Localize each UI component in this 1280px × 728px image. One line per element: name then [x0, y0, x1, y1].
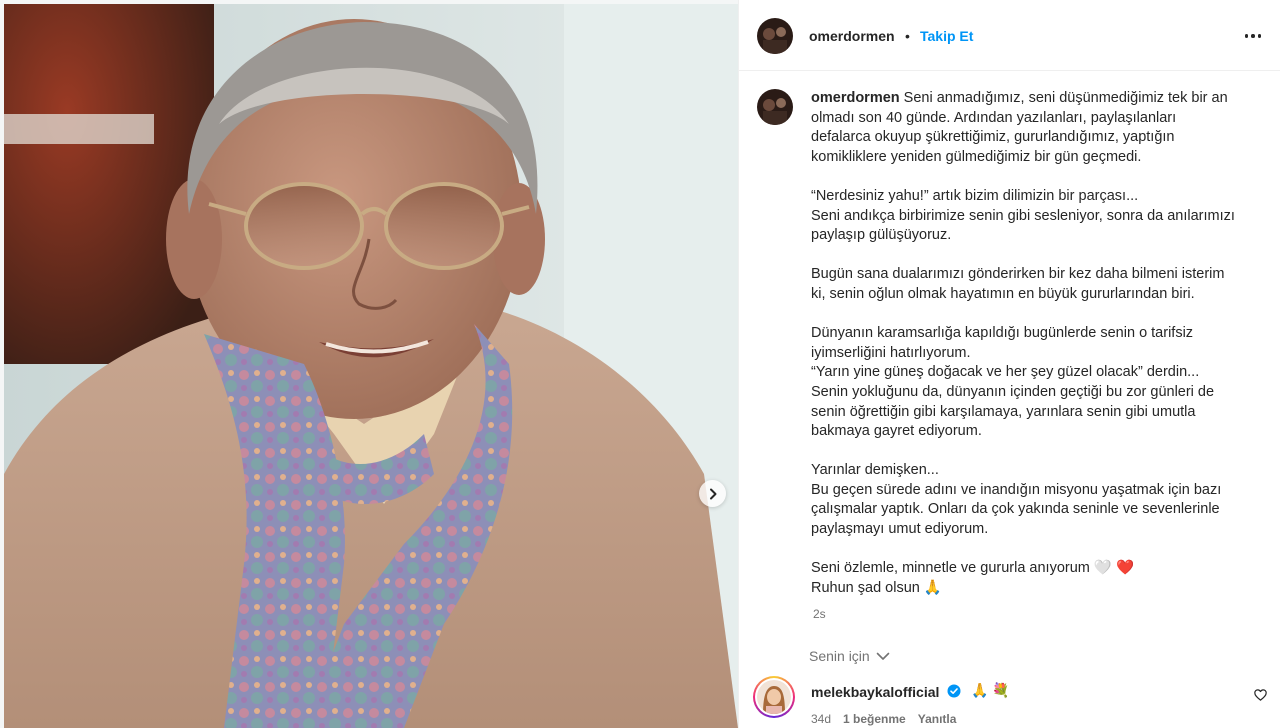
translation-toggle[interactable]: Senin için — [809, 648, 890, 664]
caption-line: Seni andıkça birbirimize senin gibi sesl… — [811, 207, 1235, 224]
comment-username[interactable]: melekbaykalofficial — [811, 684, 939, 700]
post-photo — [4, 4, 738, 728]
caption-line: komikliklere yeniden gülmediğimiz bir gü… — [811, 148, 1142, 165]
caption-line: defalarca okuyup şükrettiğimiz, gururlan… — [811, 129, 1175, 146]
chevron-down-icon — [876, 652, 890, 660]
post-side-panel: omerdormen • Takip Et omerdormen Seni an… — [738, 0, 1280, 728]
separator-dot: • — [905, 28, 910, 44]
post-caption: omerdormen Seni anmadığımız, seni düşünm… — [811, 89, 1247, 598]
caption-line: Seni özlemle, minnetle ve gururla anıyor… — [811, 560, 1135, 577]
post-media[interactable] — [0, 0, 738, 728]
caption-line: çalışmalar yaptık. Onları da çok yakında… — [811, 501, 1220, 518]
caption-line: senin öğrettiğin gibi karşılamaya, yarın… — [811, 403, 1196, 420]
caption-line: Senin yokluğunu da, dünyanın içinden geç… — [811, 383, 1215, 400]
comment-item: melekbaykalofficial 🙏 💐 34d 1 beğenme Ya… — [739, 676, 1280, 728]
chevron-right-icon — [709, 488, 716, 499]
caption-line: Seni anmadığımız, seni düşünmediğimiz te… — [903, 90, 1228, 106]
avatar[interactable] — [753, 676, 795, 718]
caption-line: Bugün sana dualarımızı gönderirken bir k… — [811, 266, 1225, 283]
avatar[interactable] — [757, 18, 793, 54]
comment-time[interactable]: 34d — [811, 712, 831, 726]
caption-line: Dünyanın karamsarlığa kapıldığı bugünler… — [811, 325, 1194, 342]
caption-area: omerdormen Seni anmadığımız, seni düşünm… — [739, 71, 1280, 671]
post-header: omerdormen • Takip Et — [739, 0, 1280, 71]
caption-line: bakmaya gayret ediyorum. — [811, 423, 982, 440]
reply-button[interactable]: Yanıtla — [918, 712, 957, 726]
next-photo-button[interactable] — [699, 480, 726, 507]
more-options-icon[interactable] — [1241, 28, 1265, 44]
caption-line: Yarınlar demişken... — [811, 462, 939, 479]
comment-text: 🙏 💐 — [971, 682, 1010, 698]
caption-line: iyimserliğini hatırlıyorum. — [811, 344, 971, 361]
post-timestamp[interactable]: 2s — [813, 607, 826, 621]
caption-line: Bu geçen sürede adını ve inandığın misyo… — [811, 481, 1222, 498]
caption-line: paylaşıp gülüşüyoruz. — [811, 227, 952, 244]
follow-button[interactable]: Takip Et — [920, 28, 973, 44]
heart-icon[interactable] — [1254, 689, 1267, 701]
comment-likes[interactable]: 1 beğenme — [843, 712, 906, 726]
verified-badge-icon — [947, 684, 961, 698]
caption-line: Ruhun şad olsun 🙏 — [811, 579, 942, 596]
avatar[interactable] — [757, 89, 793, 125]
caption-line: ki, senin oğlun olmak hayatımın en büyük… — [811, 285, 1195, 302]
caption-line: paylaşmayı umut ediyorum. — [811, 521, 989, 538]
caption-line: “Nerdesiniz yahu!” artık bizim dilimizin… — [811, 187, 1139, 204]
post-username[interactable]: omerdormen — [809, 28, 895, 44]
caption-username[interactable]: omerdormen — [811, 90, 900, 106]
comment-meta: 34d 1 beğenme Yanıtla — [811, 712, 956, 726]
caption-line: olmadı son 40 günde. Ardından yazılanlar… — [811, 109, 1177, 126]
caption-line: “Yarın yine güneş doğacak ve her şey güz… — [811, 364, 1200, 381]
translate-label: Senin için — [809, 648, 870, 664]
